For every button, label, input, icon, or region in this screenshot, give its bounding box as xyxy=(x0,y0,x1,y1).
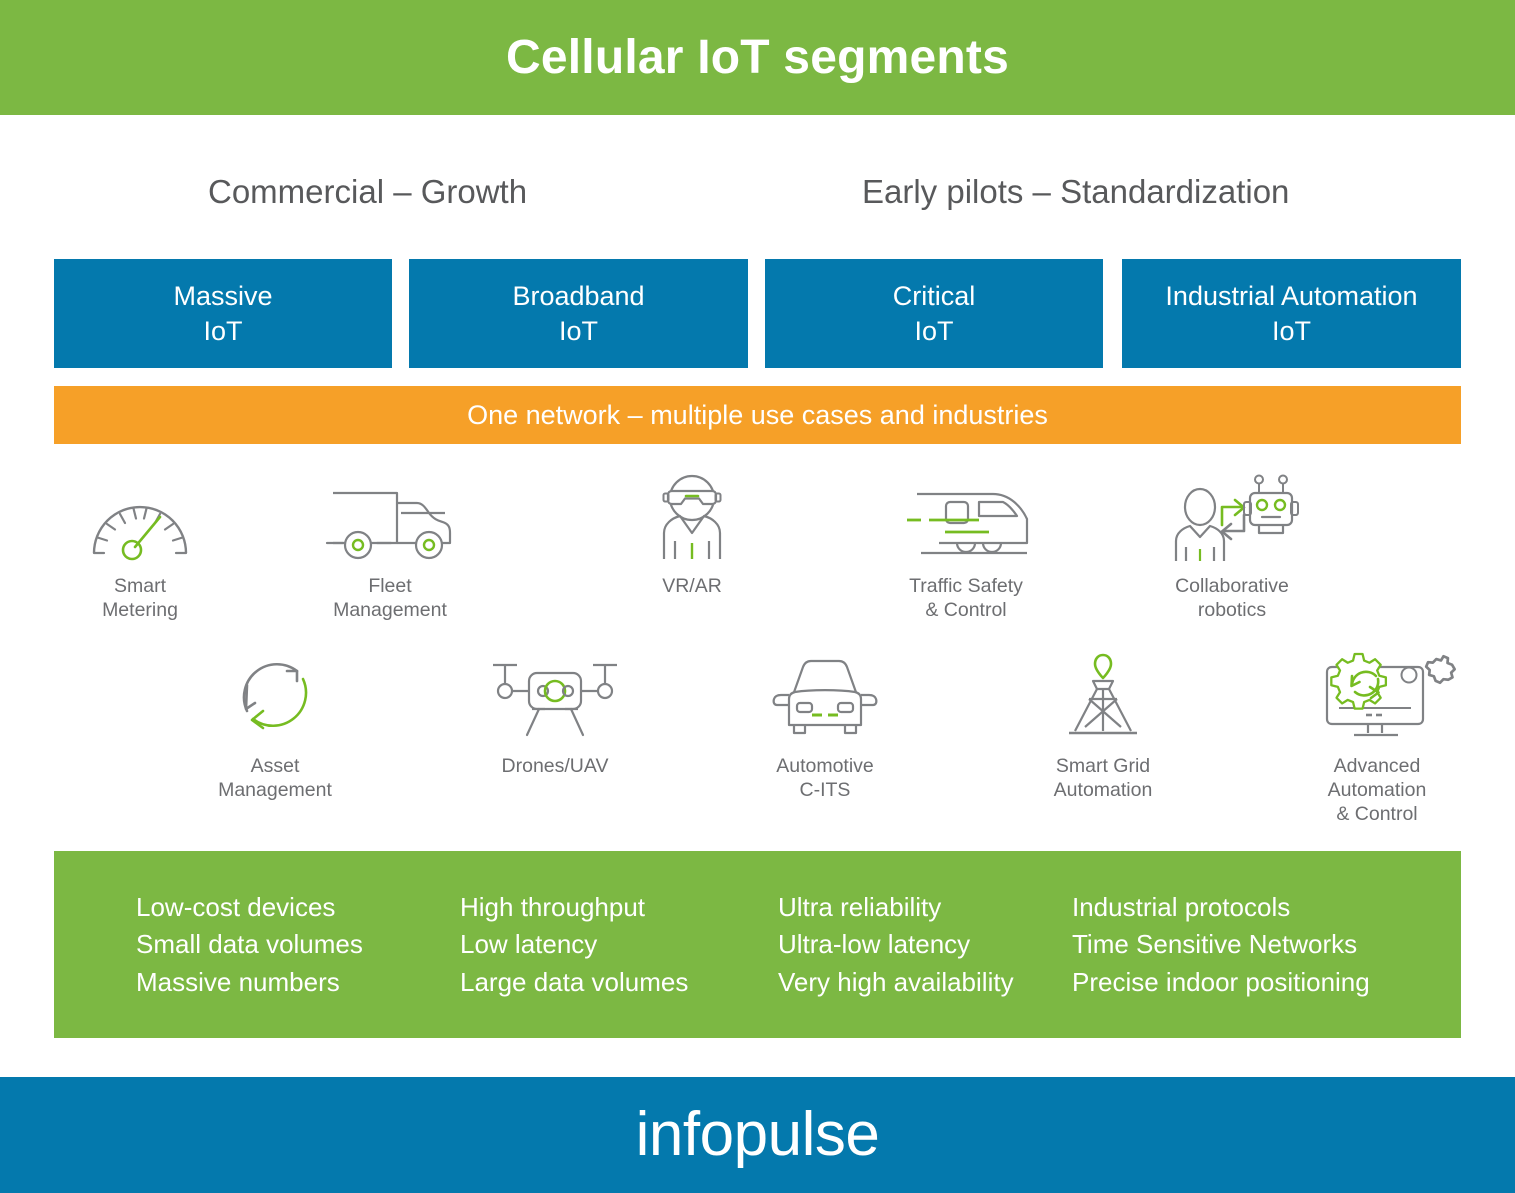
use-case-label: Smart Metering xyxy=(102,575,178,621)
segment-box-massive-iot[interactable]: Massive IoT xyxy=(54,259,392,368)
gauge-icon xyxy=(45,463,235,563)
segment-label-line2: IoT xyxy=(914,315,954,346)
vr-headset-person-icon xyxy=(597,463,787,563)
use-case-smart-grid-automation[interactable]: Smart Grid Automation xyxy=(1008,643,1198,803)
features-column-industrial-automation-iot: Industrial protocols Time Sensitive Netw… xyxy=(1072,889,1370,1001)
use-case-vr-ar[interactable]: VR/AR xyxy=(597,463,787,599)
footer-band: infopulse xyxy=(0,1077,1515,1193)
feature-item: Low-cost devices xyxy=(136,892,336,922)
segment-box-critical-iot[interactable]: Critical IoT xyxy=(765,259,1103,368)
use-case-label: Collaborative robotics xyxy=(1175,575,1289,621)
truck-icon xyxy=(295,463,485,563)
segment-label-line2: IoT xyxy=(1271,315,1311,346)
group-heading-commercial: Commercial – Growth xyxy=(208,173,528,210)
segment-boxes-row: Massive IoT Broadband IoT Critical IoT I… xyxy=(0,259,1515,368)
human-robot-icon xyxy=(1137,463,1327,563)
feature-item: Small data volumes xyxy=(136,929,363,960)
use-case-label: Smart Grid Automation xyxy=(1053,755,1153,801)
features-panel: Low-cost devices Small data volumes Mass… xyxy=(54,851,1461,1038)
group-heading-early-pilots: Early pilots – Standardization xyxy=(862,173,1290,210)
use-case-advanced-automation-control[interactable]: Advanced Automation & Control xyxy=(1282,643,1472,826)
use-case-label: Automotive C-ITS xyxy=(776,755,874,801)
segment-label-line1: Industrial Automation xyxy=(1165,280,1418,311)
header-band: Cellular IoT segments xyxy=(0,0,1515,115)
infopulse-logo: infopulse xyxy=(635,1100,880,1169)
use-case-smart-metering[interactable]: Smart Metering xyxy=(45,463,235,623)
segment-label-line2: IoT xyxy=(558,315,598,346)
segment-box-industrial-automation-iot[interactable]: Industrial Automation IoT xyxy=(1122,259,1461,368)
use-case-label: Drones/UAV xyxy=(501,755,609,777)
segment-label-line1: Critical xyxy=(892,280,976,311)
use-case-asset-management[interactable]: Asset Management xyxy=(180,643,370,803)
feature-item: High throughput xyxy=(460,892,646,922)
use-case-label: Advanced Automation & Control xyxy=(1327,755,1427,825)
use-case-label: Fleet Management xyxy=(333,575,447,621)
use-case-traffic-safety-control[interactable]: Traffic Safety & Control xyxy=(871,463,1061,623)
segment-label-line2: IoT xyxy=(203,315,243,346)
page-title: Cellular IoT segments xyxy=(506,30,1009,84)
group-headings: Commercial – Growth Early pilots – Stand… xyxy=(0,172,1515,228)
features-column-broadband-iot: High throughput Low latency Large data v… xyxy=(460,889,688,1001)
circular-arrows-icon xyxy=(180,643,370,743)
segment-label-line1: Broadband xyxy=(512,280,645,311)
feature-item: Ultra reliability xyxy=(778,892,942,922)
feature-item: Ultra-low latency xyxy=(778,929,971,960)
feature-item: Massive numbers xyxy=(136,966,340,997)
one-network-banner-label: One network – multiple use cases and ind… xyxy=(467,399,1048,430)
power-pylon-icon xyxy=(1008,643,1198,743)
segment-box-broadband-iot[interactable]: Broadband IoT xyxy=(409,259,748,368)
monitor-gears-icon xyxy=(1282,643,1472,743)
features-column-massive-iot: Low-cost devices Small data volumes Mass… xyxy=(136,889,363,1001)
use-case-drones-uav[interactable]: Drones/UAV xyxy=(460,643,650,779)
features-column-critical-iot: Ultra reliability Ultra-low latency Very… xyxy=(778,889,1014,1001)
use-case-fleet-management[interactable]: Fleet Management xyxy=(295,463,485,623)
feature-item: Precise indoor positioning xyxy=(1072,966,1370,997)
one-network-banner: One network – multiple use cases and ind… xyxy=(54,386,1461,444)
feature-item: Very high availability xyxy=(778,966,1014,997)
use-case-label: Asset Management xyxy=(218,755,332,801)
use-case-label: VR/AR xyxy=(662,575,722,597)
use-case-collaborative-robotics[interactable]: Collaborative robotics xyxy=(1137,463,1327,623)
use-case-automotive-cits[interactable]: Automotive C-ITS xyxy=(730,643,920,803)
feature-item: Industrial protocols xyxy=(1072,892,1291,922)
feature-item: Low latency xyxy=(460,929,598,960)
feature-item: Large data volumes xyxy=(460,966,689,997)
segment-label-line1: Massive xyxy=(173,280,273,311)
train-icon xyxy=(871,463,1061,563)
use-case-icon-grid: Smart Metering Fleet Management VR/AR Tr… xyxy=(0,455,1515,845)
drone-icon xyxy=(460,643,650,743)
feature-item: Time Sensitive Networks xyxy=(1072,929,1358,960)
car-front-icon xyxy=(730,643,920,743)
use-case-label: Traffic Safety & Control xyxy=(909,575,1023,621)
